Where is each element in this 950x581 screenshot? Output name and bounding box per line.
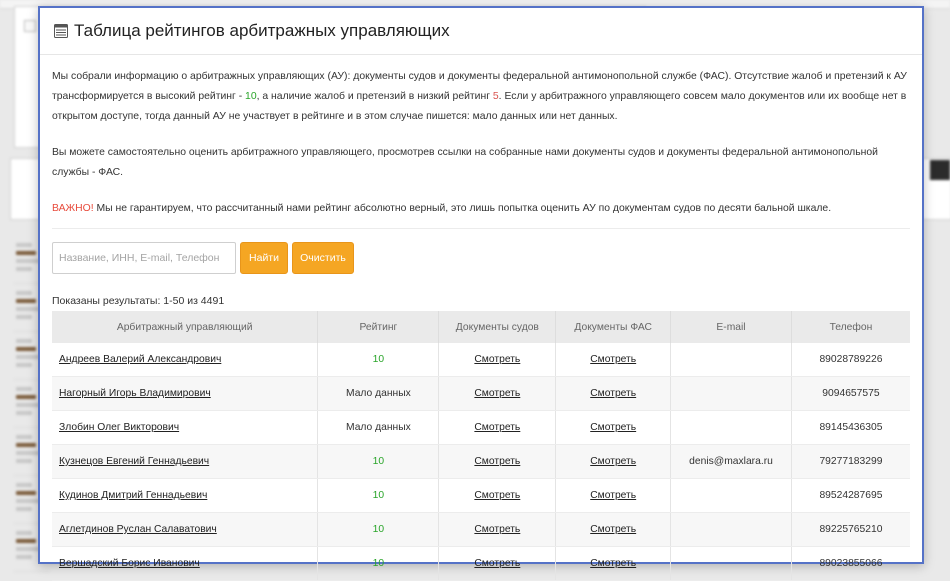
header-email: E-mail (670, 311, 792, 343)
phone-cell: 89023855066 (791, 546, 910, 581)
table-row: Андреев Валерий Александрович 10 Смотрет… (52, 343, 910, 377)
table-row: Кузнецов Евгений Геннадьевич 10 Смотреть… (52, 444, 910, 479)
court-docs-link[interactable]: Смотреть (474, 388, 520, 399)
header-court-docs: Документы судов (438, 311, 557, 343)
self-evaluate-paragraph: Вы можете самостоятельно оценить арбитра… (52, 147, 878, 178)
table-row: Вершадский Борис Иванович 10 Смотреть См… (52, 546, 910, 581)
phone-cell: 89225765210 (791, 512, 910, 547)
phone-cell: 89028789226 (791, 343, 910, 377)
warning-paragraph: ВАЖНО! Мы не гарантируем, что рассчитанн… (52, 199, 910, 219)
ratings-modal: Таблица рейтингов арбитражных управляющи… (38, 6, 924, 581)
fas-docs-link[interactable]: Смотреть (590, 354, 636, 365)
court-docs-link[interactable]: Смотреть (474, 422, 520, 433)
rating-cell: 10 (317, 343, 440, 377)
table-header-row: Арбитражный управляющий Рейтинг Документ… (52, 311, 910, 343)
court-docs-link[interactable]: Смотреть (474, 558, 520, 569)
modal-header: Таблица рейтингов арбитражных управляющи… (40, 8, 922, 55)
rating-cell: 10 (317, 546, 440, 581)
modal-title: Таблица рейтингов арбитражных управляющи… (74, 21, 450, 40)
phone-cell: 79277183299 (791, 444, 910, 479)
table-body: Андреев Валерий Александрович 10 Смотрет… (52, 343, 910, 581)
email-cell (670, 512, 792, 547)
divider (52, 228, 910, 229)
manager-link[interactable]: Кузнецов Евгений Геннадьевич (59, 456, 209, 467)
rating-cell: Мало данных (317, 376, 440, 411)
table-row: Злобин Олег Викторович Мало данных Смотр… (52, 410, 910, 445)
fas-docs-link[interactable]: Смотреть (590, 388, 636, 399)
find-button[interactable]: Найти (240, 242, 288, 274)
rating-cell: Мало данных (317, 410, 440, 445)
court-docs-link[interactable]: Смотреть (474, 456, 520, 467)
email-cell (670, 478, 792, 513)
intro-text: , а наличие жалоб и претензий в низкий р… (256, 91, 493, 102)
manager-link[interactable]: Аглетдинов Руслан Салаватович (59, 524, 217, 535)
phone-cell: 9094657575 (791, 376, 910, 411)
email-cell (670, 376, 792, 411)
results-count: Показаны результаты: 1-50 из 4491 (52, 295, 225, 307)
fas-docs-link[interactable]: Смотреть (590, 422, 636, 433)
background-dark-tab (930, 160, 950, 180)
email-cell (670, 343, 792, 377)
table-row: Кудинов Дмитрий Геннадьевич 10 Смотреть … (52, 478, 910, 513)
phone-cell: 89524287695 (791, 478, 910, 513)
court-docs-link[interactable]: Смотреть (474, 354, 520, 365)
header-manager: Арбитражный управляющий (52, 311, 319, 343)
warning-label: ВАЖНО! (52, 203, 94, 214)
intro-paragraph: Мы собрали информацию о арбитражных упра… (52, 67, 910, 127)
table-row: Нагорный Игорь Владимирович Мало данных … (52, 376, 910, 411)
background-checkbox (24, 20, 36, 32)
manager-link[interactable]: Злобин Олег Викторович (59, 422, 179, 433)
rating-cell: 10 (317, 444, 440, 479)
email-cell (670, 410, 792, 445)
fas-docs-link[interactable]: Смотреть (590, 524, 636, 535)
rating-cell: 10 (317, 512, 440, 547)
rating-cell: 10 (317, 478, 440, 513)
table-row: Аглетдинов Руслан Салаватович 10 Смотрет… (52, 512, 910, 547)
high-rating-value: 10 (245, 91, 257, 102)
search-row: Найти Очистить (52, 241, 910, 275)
warning-text: Мы не гарантируем, что рассчитанный нами… (93, 203, 832, 214)
email-cell: denis@maxlara.ru (670, 444, 792, 479)
header-fas-docs: Документы ФАС (555, 311, 672, 343)
clear-button[interactable]: Очистить (292, 242, 354, 274)
table-icon (54, 24, 68, 38)
email-cell (670, 546, 792, 581)
ratings-table: Арбитражный управляющий Рейтинг Документ… (52, 311, 910, 581)
fas-docs-link[interactable]: Смотреть (590, 456, 636, 467)
manager-link[interactable]: Кудинов Дмитрий Геннадьевич (59, 490, 207, 501)
court-docs-link[interactable]: Смотреть (474, 490, 520, 501)
header-rating: Рейтинг (317, 311, 440, 343)
phone-cell: 89145436305 (791, 410, 910, 445)
header-phone: Телефон (791, 311, 910, 343)
search-input[interactable] (52, 242, 236, 274)
manager-link[interactable]: Андреев Валерий Александрович (59, 354, 221, 365)
manager-link[interactable]: Нагорный Игорь Владимирович (59, 388, 211, 399)
court-docs-link[interactable]: Смотреть (474, 524, 520, 535)
fas-docs-link[interactable]: Смотреть (590, 490, 636, 501)
modal-body: Мы собрали информацию о арбитражных упра… (40, 67, 922, 581)
fas-docs-link[interactable]: Смотреть (590, 558, 636, 569)
manager-link[interactable]: Вершадский Борис Иванович (59, 558, 200, 569)
